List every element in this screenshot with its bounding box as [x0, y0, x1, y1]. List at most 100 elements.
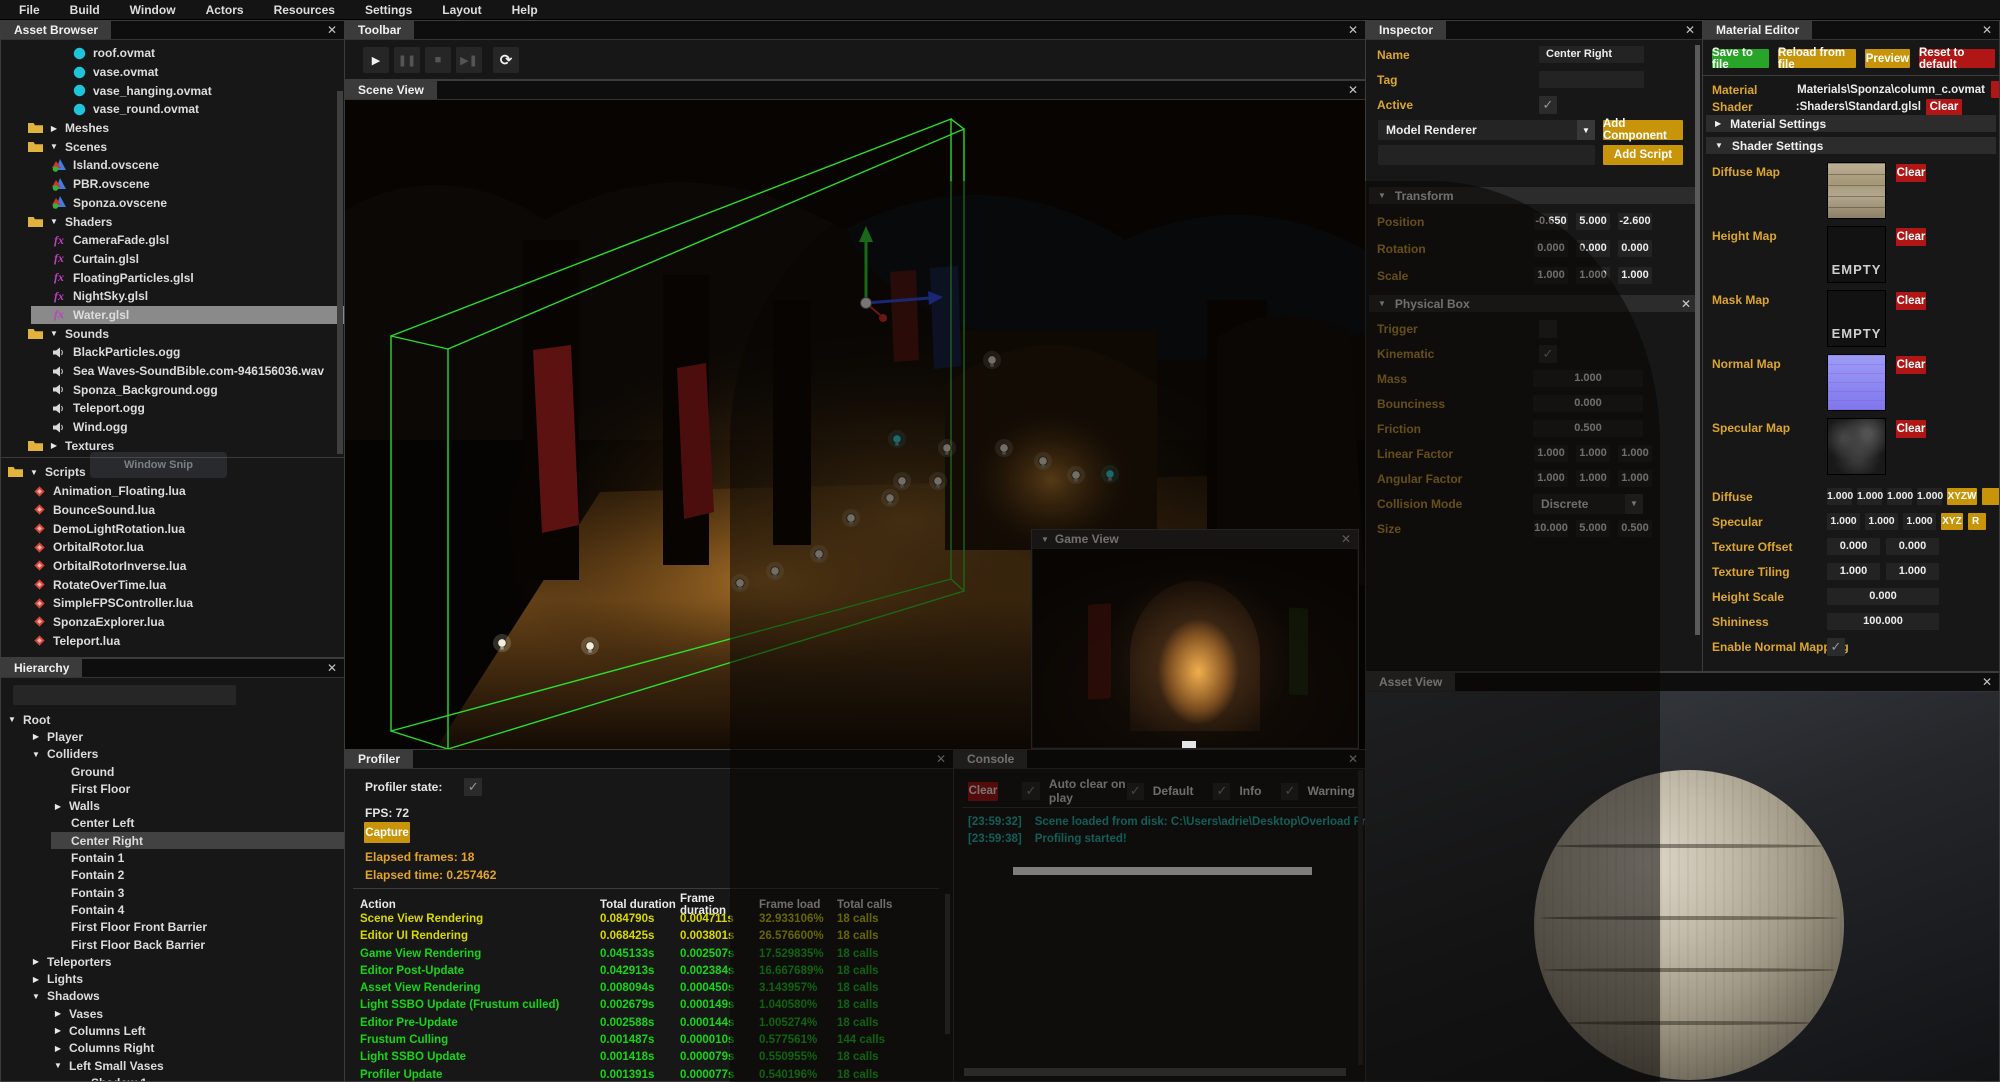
asset-item-sounds[interactable]: ▼Sounds — [1, 324, 344, 343]
specular-r-input[interactable]: 1.000 — [1827, 513, 1860, 530]
hierarchy-item-vases[interactable]: ▶Vases — [1, 1005, 344, 1022]
asset-item-sponzaexplorer-lua[interactable]: SponzaExplorer.lua — [1, 613, 344, 632]
diffuse-a-input[interactable]: 1.000 — [1917, 488, 1942, 505]
shininess-input[interactable]: 100.000 — [1827, 613, 1939, 630]
asset-item-animation-floating-lua[interactable]: Animation_Floating.lua — [1, 482, 344, 501]
hierarchy-item-player[interactable]: ▶Player — [1, 728, 344, 745]
hierarchy-item-columns-left[interactable]: ▶Columns Left — [1, 1022, 344, 1039]
hierarchy-search-input[interactable] — [13, 685, 236, 705]
angular-factor-z-input[interactable]: 1.000 — [1618, 470, 1652, 487]
size-y-input[interactable]: 5.000 — [1576, 520, 1610, 537]
menu-build[interactable]: Build — [55, 3, 115, 17]
console-hscrollbar[interactable] — [964, 1068, 1346, 1076]
profiler-state-checkbox[interactable] — [464, 778, 482, 796]
hierarchy-item-fontain-2[interactable]: Fontain 2 — [1, 867, 344, 884]
specular-g-input[interactable]: 1.000 — [1865, 513, 1898, 530]
hierarchy-item-columns-right[interactable]: ▶Columns Right — [1, 1040, 344, 1057]
tab-material-editor[interactable]: Material Editor — [1703, 21, 1812, 39]
reload-from-file-button[interactable]: Reload from file — [1778, 49, 1856, 68]
collision-mode-dropdown[interactable]: Discrete ▼ — [1533, 494, 1643, 514]
menu-settings[interactable]: Settings — [350, 3, 427, 17]
asset-item-orbitalrotorinverse-lua[interactable]: OrbitalRotorInverse.lua — [1, 557, 344, 576]
pause-button[interactable]: ❚❚ — [394, 47, 420, 73]
close-icon[interactable]: ✕ — [1982, 673, 1992, 692]
tab-asset-view[interactable]: Asset View — [1366, 673, 1455, 691]
asset-item-simplefpscontroller-lua[interactable]: SimpleFPSController.lua — [1, 594, 344, 613]
diffuse-swizzle2-button-clipped[interactable] — [1982, 488, 2000, 505]
tab-asset-browser[interactable]: Asset Browser — [1, 21, 111, 39]
menu-window[interactable]: Window — [115, 3, 191, 17]
scale-z-input[interactable]: 1.000 — [1618, 267, 1652, 284]
enable-normal-mapping-checkbox[interactable] — [1827, 638, 1845, 656]
texture-offset-y-input[interactable]: 0.000 — [1886, 538, 1939, 555]
hierarchy-item-fontain-4[interactable]: Fontain 4 — [1, 901, 344, 918]
reset-to-default-button[interactable]: Reset to default — [1919, 49, 1995, 68]
asset-item-vase-round-ovmat[interactable]: vase_round.ovmat — [1, 100, 344, 119]
asset-item-sponza-ovscene[interactable]: Sponza.ovscene — [1, 194, 344, 213]
tab-console[interactable]: Console — [954, 750, 1027, 768]
specular-swizzle-button[interactable]: XYZ — [1941, 513, 1963, 530]
shader-settings-header[interactable]: ▼ Shader Settings — [1706, 137, 1996, 154]
rotation-x-input[interactable]: 0.000 — [1534, 240, 1568, 257]
specular-b-input[interactable]: 1.000 — [1903, 513, 1936, 530]
hierarchy-item-shadow-1[interactable]: Shadow 1 — [1, 1074, 344, 1081]
asset-item-meshes[interactable]: ▶Meshes — [1, 119, 344, 138]
asset-item-pbr-ovscene[interactable]: PBR.ovscene — [1, 175, 344, 194]
scale-x-input[interactable]: 1.000 — [1534, 267, 1568, 284]
hierarchy-item-root[interactable]: ▼Root — [1, 711, 344, 728]
profiler-row-editor-pre-update[interactable]: Editor Pre-Update0.002588s0.000144s1.005… — [345, 1014, 943, 1031]
step-next-button[interactable]: ▶❚ — [456, 47, 482, 73]
profiler-row-asset-view-rendering[interactable]: Asset View Rendering0.008094s0.000450s3.… — [345, 979, 943, 996]
physical-box-header[interactable]: ▼ Physical Box ✕ — [1369, 295, 1699, 312]
profiler-row-frustum-culling[interactable]: Frustum Culling0.001487s0.000010s0.57756… — [345, 1031, 943, 1048]
active-checkbox[interactable] — [1539, 96, 1557, 114]
menu-help[interactable]: Help — [497, 3, 553, 17]
asset-item-teleport-lua[interactable]: Teleport.lua — [1, 631, 344, 650]
add-script-button[interactable]: Add Script — [1603, 145, 1683, 165]
asset-item-sea-waves-soundbible-com-946156036-wav[interactable]: Sea Waves-SoundBible.com-946156036.wav — [1, 362, 344, 381]
profiler-row-scene-view-rendering[interactable]: Scene View Rendering0.084790s0.004711s32… — [345, 910, 943, 927]
game-view-window[interactable]: ▼ Game View ✕ — [1031, 529, 1359, 749]
clear-button[interactable]: Clear — [1896, 164, 1926, 182]
linear-factor-y-input[interactable]: 1.000 — [1576, 445, 1610, 462]
close-icon[interactable]: ✕ — [1681, 297, 1691, 311]
hierarchy-item-colliders[interactable]: ▼Colliders — [1, 746, 344, 763]
hierarchy-item-fontain-1[interactable]: Fontain 1 — [1, 849, 344, 866]
clear-button[interactable]: Clear — [1896, 292, 1926, 310]
diffuse-g-input[interactable]: 1.000 — [1857, 488, 1882, 505]
capture-button[interactable]: Capture — [364, 822, 410, 843]
auto-clear-checkbox[interactable] — [1022, 782, 1040, 800]
close-icon[interactable]: ✕ — [1348, 21, 1358, 40]
friction-input[interactable]: 0.500 — [1533, 420, 1643, 437]
map-thumbnail-normal[interactable] — [1827, 354, 1886, 411]
console-vscrollbar[interactable] — [1358, 770, 1363, 1065]
texture-tiling-x-input[interactable]: 1.000 — [1827, 563, 1880, 580]
preview-button[interactable]: Preview — [1865, 49, 1910, 68]
profiler-row-editor-post-update[interactable]: Editor Post-Update0.042913s0.002384s16.6… — [345, 962, 943, 979]
component-selector-dropdown[interactable]: Model Renderer ▼ — [1378, 120, 1595, 140]
asset-item-orbitalrotor-lua[interactable]: OrbitalRotor.lua — [1, 538, 344, 557]
texture-offset-x-input[interactable]: 0.000 — [1827, 538, 1880, 555]
hierarchy-item-shadows[interactable]: ▼Shadows — [1, 988, 344, 1005]
size-z-input[interactable]: 0.500 — [1618, 520, 1652, 537]
tab-game-view[interactable]: ▼ Game View — [1032, 530, 1132, 548]
add-component-button[interactable]: Add Component — [1603, 120, 1683, 140]
hierarchy-item-ground[interactable]: Ground — [1, 763, 344, 780]
hierarchy-item-center-left[interactable]: Center Left — [1, 815, 344, 832]
material-settings-header[interactable]: ▶ Material Settings — [1706, 115, 1996, 132]
clear-button[interactable]: Clear — [1926, 99, 1962, 115]
kinematic-checkbox[interactable] — [1539, 345, 1557, 363]
console-clear-button[interactable]: Clear — [968, 782, 998, 801]
asset-item-floatingparticles-glsl[interactable]: fxFloatingParticles.glsl — [1, 268, 344, 287]
asset-item-curtain-glsl[interactable]: fxCurtain.glsl — [1, 250, 344, 269]
asset-item-vase-hanging-ovmat[interactable]: vase_hanging.ovmat — [1, 81, 344, 100]
clear-button[interactable]: Clear — [1896, 356, 1926, 374]
asset-item-roof-ovmat[interactable]: roof.ovmat — [1, 44, 344, 63]
save-to-file-button[interactable]: Save to file — [1712, 49, 1769, 68]
map-thumbnail-specular[interactable] — [1827, 418, 1886, 475]
profiler-row-light-ssbo-update-frustum-culled[interactable]: Light SSBO Update (Frustum culled)0.0026… — [345, 997, 943, 1014]
specular-swizzle2-button-clipped[interactable]: R — [1968, 513, 1986, 530]
asset-item-bouncesound-lua[interactable]: BounceSound.lua — [1, 501, 344, 520]
hierarchy-item-first-floor-back-barrier[interactable]: First Floor Back Barrier — [1, 936, 344, 953]
mass-input[interactable]: 1.000 — [1533, 370, 1643, 387]
